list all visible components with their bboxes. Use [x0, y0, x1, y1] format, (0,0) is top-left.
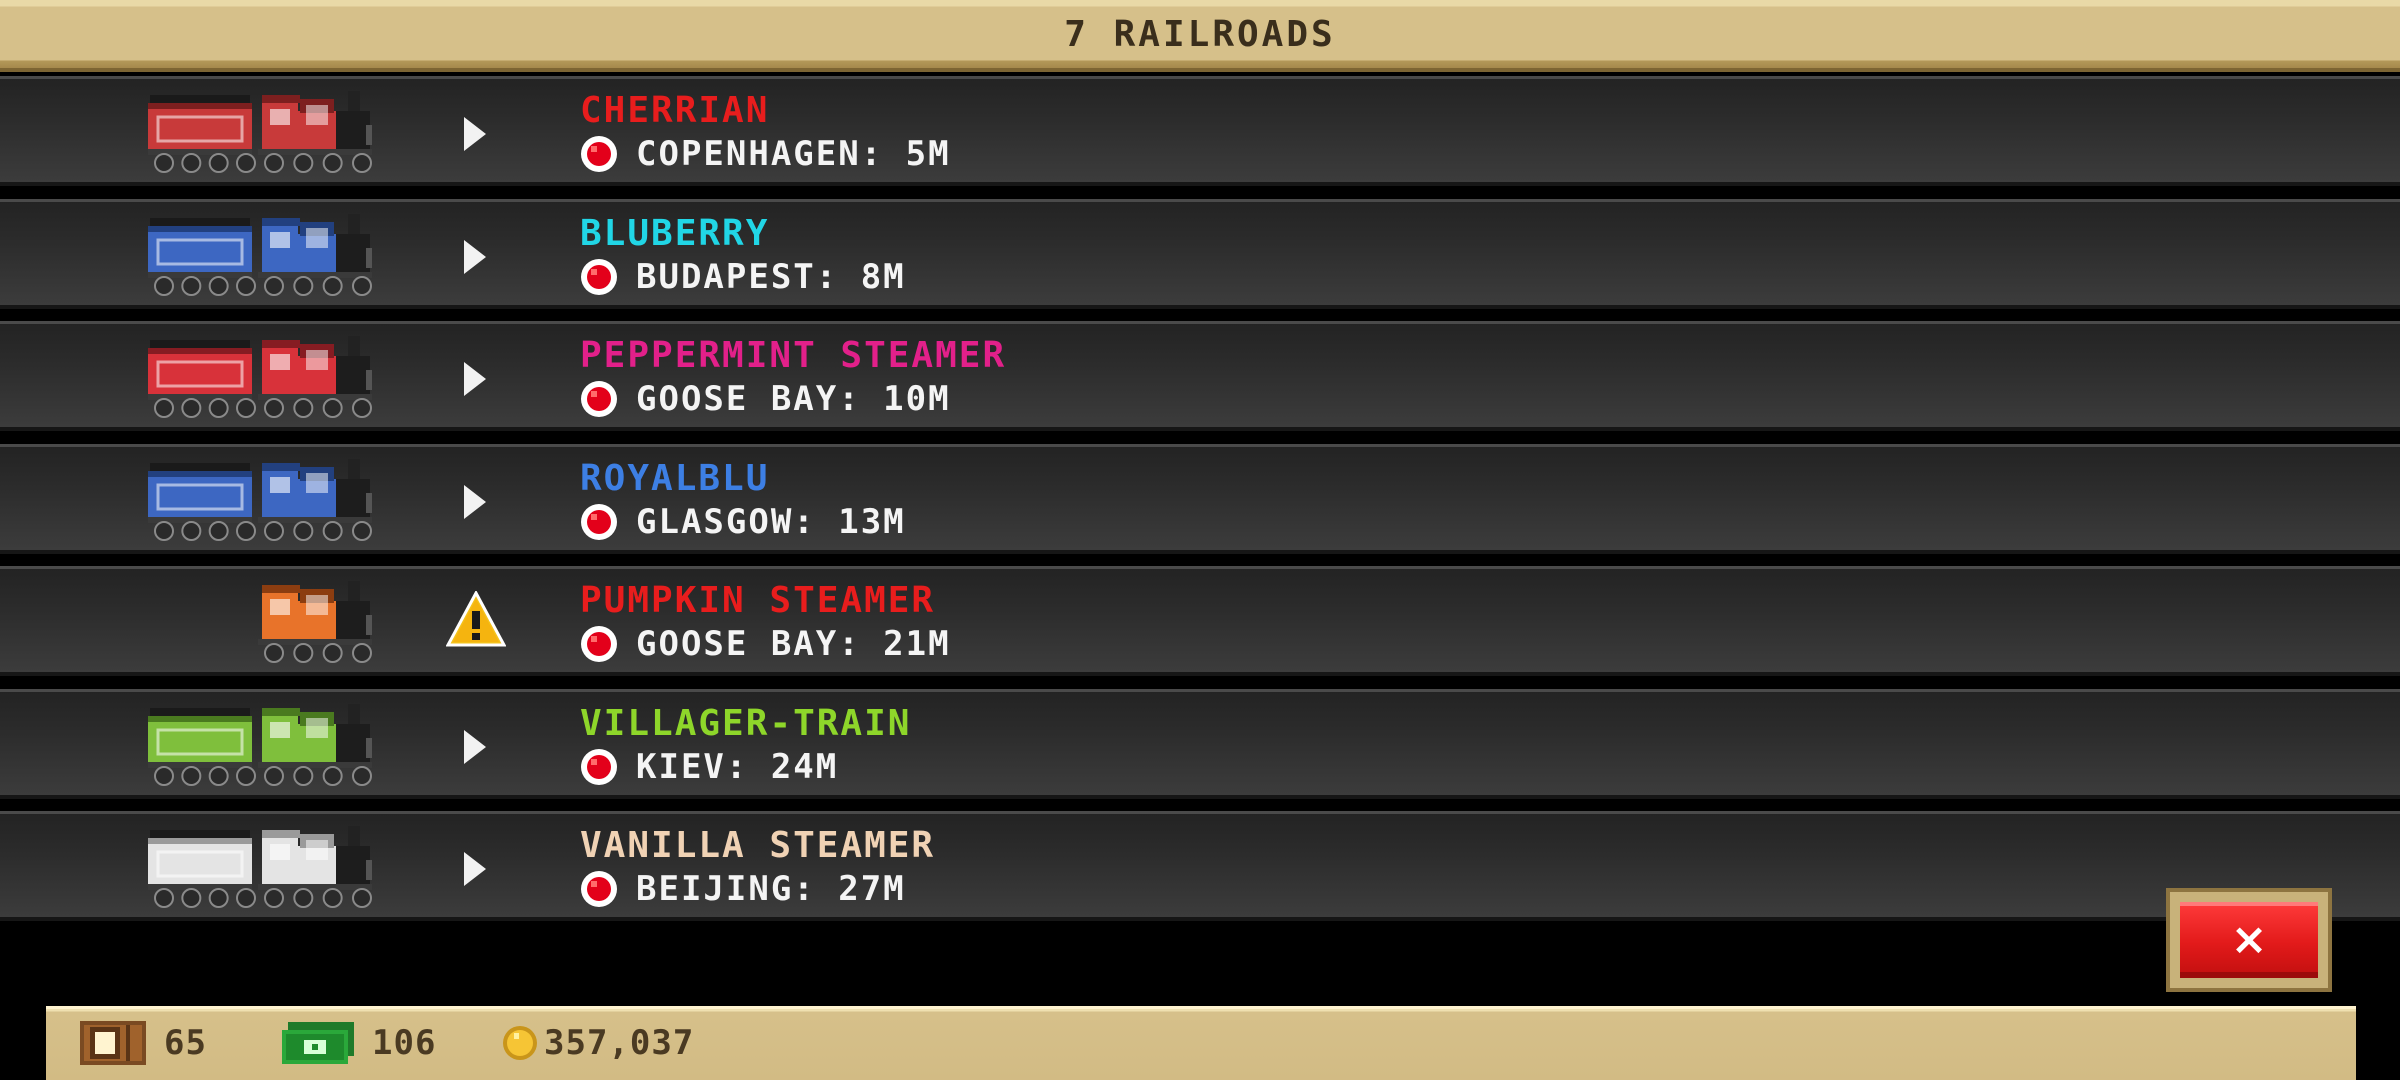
- coin-count: 357,037: [544, 1023, 695, 1063]
- railroad-name: VANILLA STEAMER: [580, 825, 936, 866]
- train-engine-icon: [256, 579, 374, 665]
- destination: KIEV: 24M: [580, 747, 838, 787]
- destination-text: GLASGOW: 13M: [636, 501, 906, 542]
- railroad-name: PUMPKIN STEAMER: [580, 580, 936, 621]
- railroad-row[interactable]: VANILLA STEAMER BEIJING: 27M: [0, 811, 2400, 921]
- location-pin-icon: [580, 870, 618, 908]
- railroads-screen: 7 RAILROADS CHERRIAN COPENHAGEN: 5M BLUB…: [0, 0, 2400, 1080]
- train-engine-icon: [256, 824, 374, 910]
- play-arrow-icon[interactable]: [464, 117, 486, 151]
- destination: BEIJING: 27M: [580, 869, 906, 909]
- header-bar: 7 RAILROADS: [0, 0, 2400, 72]
- destination-text: KIEV: 24M: [636, 746, 839, 787]
- crate-icon: [80, 1021, 146, 1065]
- crate-stat: 65: [80, 1018, 207, 1068]
- train-tender-icon: [146, 702, 258, 788]
- crate-count: 65: [164, 1023, 207, 1063]
- railroad-name: CHERRIAN: [580, 90, 770, 131]
- resource-bar: 65 106 357,037: [46, 1006, 2356, 1080]
- destination-text: BUDAPEST: 8M: [636, 256, 906, 297]
- location-pin-icon: [580, 748, 618, 786]
- destination-text: COPENHAGEN: 5M: [636, 134, 951, 174]
- destination-text: BEIJING: 27M: [636, 869, 906, 909]
- train-engine-icon: [256, 334, 374, 420]
- location-pin-icon: [580, 503, 618, 541]
- railroad-list: CHERRIAN COPENHAGEN: 5M BLUBERRY BUDAPES…: [0, 76, 2400, 934]
- destination-text: GOOSE BAY: 21M: [636, 624, 951, 664]
- destination-text: GOOSE BAY: 10M: [636, 379, 951, 419]
- warning-icon[interactable]: [445, 589, 507, 649]
- railroad-name: PEPPERMINT STEAMER: [580, 335, 1007, 376]
- train-tender-icon: [146, 212, 258, 298]
- train-tender-icon: [146, 334, 258, 420]
- railroad-row[interactable]: PUMPKIN STEAMER GOOSE BAY: 21M: [0, 566, 2400, 676]
- railroad-row[interactable]: VILLAGER-TRAIN KIEV: 24M: [0, 688, 2400, 799]
- coin-icon: [503, 1026, 537, 1060]
- play-arrow-icon[interactable]: [464, 852, 486, 886]
- train-engine-icon: [256, 89, 374, 175]
- location-pin-icon: [580, 625, 618, 663]
- play-arrow-icon[interactable]: [464, 729, 486, 764]
- play-arrow-icon[interactable]: [464, 239, 486, 274]
- cash-stat: 106: [282, 1018, 436, 1068]
- railroad-name: ROYALBLU: [580, 457, 770, 499]
- cash-icon: [282, 1022, 354, 1064]
- destination: GOOSE BAY: 10M: [580, 379, 951, 419]
- destination: BUDAPEST: 8M: [580, 257, 906, 297]
- railroad-row[interactable]: ROYALBLU GLASGOW: 13M: [0, 443, 2400, 554]
- location-pin-icon: [580, 258, 618, 296]
- railroad-row[interactable]: CHERRIAN COPENHAGEN: 5M: [0, 76, 2400, 186]
- destination: COPENHAGEN: 5M: [580, 134, 951, 174]
- train-engine-icon: [256, 702, 374, 788]
- railroad-name: BLUBERRY: [580, 212, 770, 254]
- train-engine-icon: [256, 212, 374, 298]
- location-pin-icon: [580, 135, 618, 173]
- location-pin-icon: [580, 380, 618, 418]
- play-arrow-icon[interactable]: [464, 362, 486, 396]
- cash-count: 106: [372, 1023, 437, 1063]
- close-icon[interactable]: ×: [2180, 902, 2318, 978]
- coin-stat: 357,037: [502, 1018, 694, 1068]
- railroad-row[interactable]: BLUBERRY BUDAPEST: 8M: [0, 198, 2400, 309]
- railroad-name: VILLAGER-TRAIN: [580, 702, 912, 744]
- play-arrow-icon[interactable]: [464, 484, 486, 519]
- train-tender-icon: [146, 824, 258, 910]
- train-tender-icon: [146, 457, 258, 543]
- close-button[interactable]: ×: [2166, 888, 2332, 992]
- railroad-row[interactable]: PEPPERMINT STEAMER GOOSE BAY: 10M: [0, 321, 2400, 431]
- page-title: 7 RAILROADS: [1064, 14, 1336, 55]
- destination: GOOSE BAY: 21M: [580, 624, 951, 664]
- train-engine-icon: [256, 457, 374, 543]
- destination: GLASGOW: 13M: [580, 502, 906, 542]
- train-tender-icon: [146, 89, 258, 175]
